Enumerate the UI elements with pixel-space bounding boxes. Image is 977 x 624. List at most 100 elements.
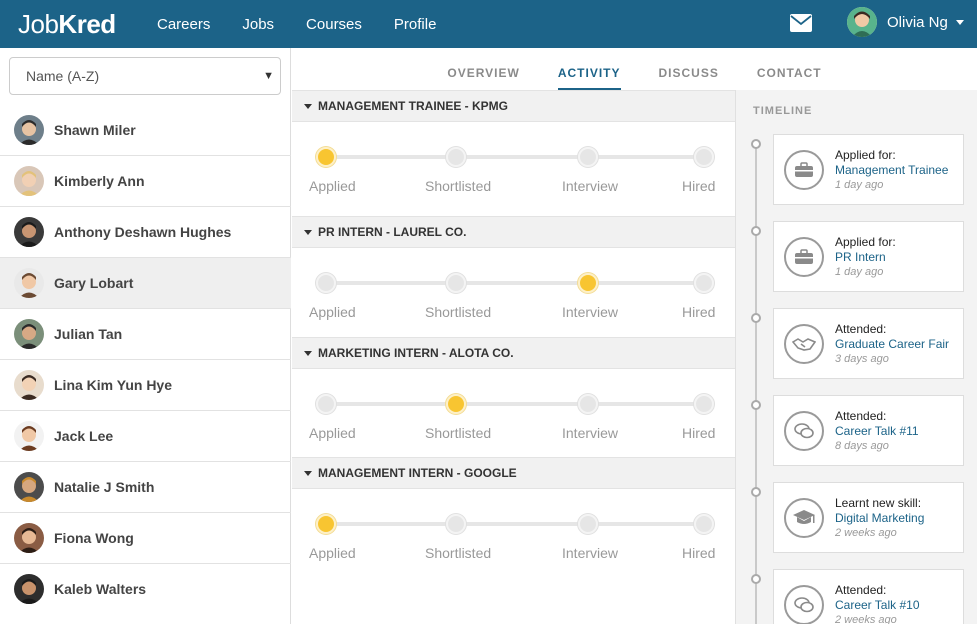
nav-careers[interactable]: Careers	[157, 16, 210, 33]
timeline-action: Attended:	[835, 409, 887, 423]
candidate-name: Shawn Miler	[54, 121, 136, 138]
candidate-list-item[interactable]: Anthony Deshawn Hughes	[0, 206, 291, 257]
timeline-action: Attended:	[835, 322, 887, 336]
timeline-action: Applied for:	[835, 235, 896, 249]
tab-activity[interactable]: ACTIVITY	[557, 48, 621, 90]
candidate-list-item[interactable]: Kimberly Ann	[0, 155, 291, 206]
stage-marker	[694, 273, 714, 293]
stage-marker	[694, 514, 714, 534]
nav-jobs[interactable]: Jobs	[242, 16, 274, 33]
user-avatar	[847, 7, 877, 37]
candidate-name: Kimberly Ann	[54, 173, 145, 189]
application-header[interactable]: MANAGEMENT INTERN - GOOGLE	[292, 457, 735, 489]
timeline-action: Applied for:	[835, 148, 896, 162]
candidate-name: Lina Kim Yun Hye	[54, 377, 172, 393]
stage-label: Shortlisted	[425, 425, 492, 441]
stage-label: Interview	[562, 425, 619, 441]
application-header[interactable]: MANAGEMENT TRAINEE - KPMG	[292, 90, 735, 122]
tab-discuss[interactable]: DISCUSS	[659, 48, 719, 90]
profile-tabs: OVERVIEW ACTIVITY DISCUSS CONTACT	[292, 48, 977, 90]
logo-text-light: Job	[18, 9, 59, 39]
nav-profile[interactable]: Profile	[394, 16, 437, 33]
tab-overview[interactable]: OVERVIEW	[447, 48, 519, 90]
stage-marker	[446, 273, 466, 293]
stage-label: Shortlisted	[425, 545, 492, 561]
candidate-list-item[interactable]: Kaleb Walters	[0, 563, 291, 614]
candidate-list-item[interactable]: Gary Lobart	[0, 257, 291, 308]
timeline-time: 3 days ago	[835, 353, 889, 365]
graduation-cap-icon	[784, 498, 824, 538]
timeline-time: 2 weeks ago	[835, 614, 897, 624]
application-progress: Applied Shortlisted Interview Hired	[292, 122, 735, 216]
candidate-name: Anthony Deshawn Hughes	[54, 224, 232, 240]
stage-marker	[446, 394, 466, 414]
timeline-target-link[interactable]: Management Trainee	[835, 163, 948, 177]
briefcase-icon	[784, 237, 824, 277]
timeline-card[interactable]: Applied for: PR Intern 1 day ago	[773, 221, 964, 292]
candidate-sidebar: Name (A-Z) ▼ Shawn Miler Kimberly Ann Anth…	[0, 48, 291, 624]
stage-label: Hired	[682, 545, 716, 561]
chevron-down-icon	[955, 19, 964, 25]
timeline-card[interactable]: Attended: Graduate Career Fair 3 days ago	[773, 308, 964, 379]
application-progress: Applied Shortlisted Interview Hired	[292, 248, 735, 337]
candidate-list-item[interactable]: Fiona Wong	[0, 512, 291, 563]
application-title: PR INTERN - LAUREL CO.	[318, 225, 467, 239]
timeline-target-link[interactable]: Graduate Career Fair	[835, 337, 949, 351]
application-title: MARKETING INTERN - ALOTA CO.	[318, 346, 514, 360]
candidate-name: Kaleb Walters	[54, 581, 147, 597]
stage-marker	[446, 514, 466, 534]
application-title: MANAGEMENT INTERN - GOOGLE	[318, 466, 517, 480]
stage-label: Applied	[309, 178, 356, 194]
collapse-caret-icon	[304, 470, 312, 476]
mail-icon[interactable]	[790, 14, 812, 32]
application-header[interactable]: MARKETING INTERN - ALOTA CO.	[292, 337, 735, 369]
timeline-card[interactable]: Applied for: Management Trainee 1 day ago	[773, 134, 964, 205]
top-navbar: JobKred Careers Jobs Courses Profile Oli…	[0, 0, 977, 48]
stage-marker	[694, 394, 714, 414]
candidate-list: Shawn Miler Kimberly Ann Anthony Deshawn H…	[0, 104, 291, 614]
chat-icon	[784, 411, 824, 451]
user-name: Olivia Ng	[887, 13, 948, 31]
stage-marker	[578, 514, 598, 534]
progress-track	[318, 155, 708, 159]
candidate-name: Jack Lee	[54, 428, 114, 444]
timeline-target-link[interactable]: PR Intern	[835, 250, 886, 264]
user-menu[interactable]: Olivia Ng	[847, 7, 964, 37]
candidate-list-item[interactable]: Julian Tan	[0, 308, 291, 359]
candidate-avatar	[14, 114, 44, 145]
timeline-target-link[interactable]: Career Talk #10	[835, 598, 920, 612]
sort-select[interactable]: Name (A-Z) ▼	[9, 57, 281, 95]
stage-marker	[578, 394, 598, 414]
stage-marker	[316, 514, 336, 534]
applications-panel: MANAGEMENT TRAINEE - KPMG Applied Shortlis…	[292, 90, 735, 624]
timeline-target-link[interactable]: Digital Marketing	[835, 511, 924, 525]
stage-label: Interview	[562, 545, 619, 561]
candidate-list-item[interactable]: Natalie J Smith	[0, 461, 291, 512]
stage-marker	[694, 147, 714, 167]
main-nav: Careers Jobs Courses Profile	[157, 0, 468, 48]
application-progress: Applied Shortlisted Interview Hired	[292, 489, 735, 577]
timeline-time: 1 day ago	[835, 266, 884, 278]
tab-contact[interactable]: CONTACT	[757, 48, 822, 90]
candidate-list-item[interactable]: Shawn Miler	[0, 104, 291, 155]
application-header[interactable]: PR INTERN - LAUREL CO.	[292, 216, 735, 248]
candidate-list-item[interactable]: Lina Kim Yun Hye	[0, 359, 291, 410]
collapse-caret-icon	[304, 350, 312, 356]
candidate-avatar	[14, 166, 44, 196]
timeline-time: 2 weeks ago	[835, 527, 897, 539]
timeline-time: 1 day ago	[835, 179, 884, 191]
candidate-avatar	[14, 217, 44, 247]
nav-courses[interactable]: Courses	[306, 16, 362, 33]
timeline-card[interactable]: Attended: Career Talk #10 2 weeks ago	[773, 569, 964, 624]
progress-track	[318, 402, 708, 406]
candidate-list-item[interactable]: Jack Lee	[0, 410, 291, 461]
stage-label: Applied	[309, 304, 356, 320]
stage-label: Interview	[562, 178, 619, 194]
timeline-card[interactable]: Learnt new skill: Digital Marketing 2 week…	[773, 482, 964, 553]
sort-select-value: Name (A-Z)	[26, 68, 100, 84]
timeline-card[interactable]: Attended: Career Talk #11 8 days ago	[773, 395, 964, 466]
jobkred-logo[interactable]: JobKred	[18, 9, 116, 40]
timeline-target-link[interactable]: Career Talk #11	[835, 424, 919, 438]
stage-label: Interview	[562, 304, 619, 320]
stage-label: Hired	[682, 304, 716, 320]
